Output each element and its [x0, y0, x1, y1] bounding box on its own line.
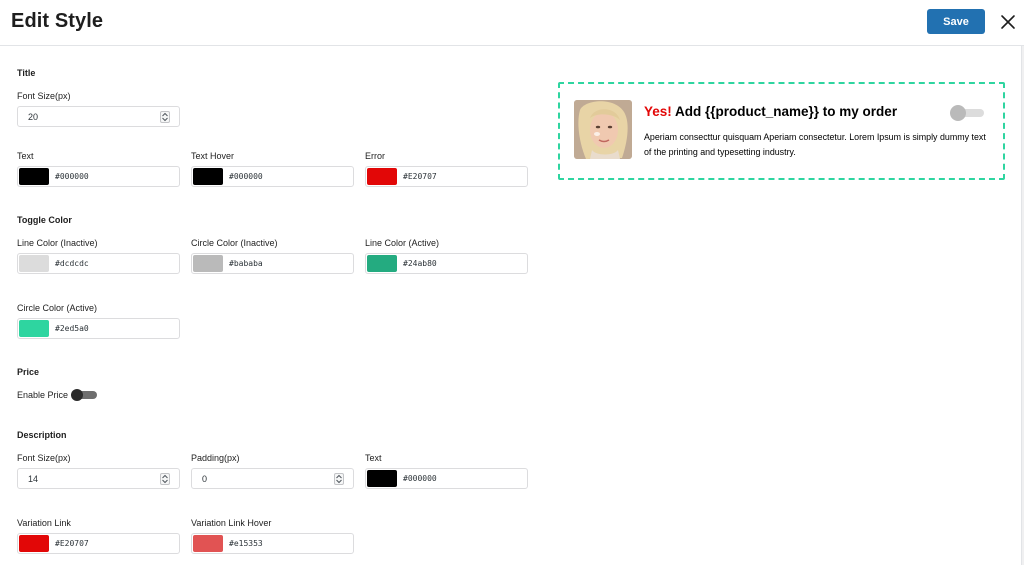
- desc-text-label: Text: [365, 453, 382, 463]
- title-font-size-label: Font Size(px): [17, 91, 71, 101]
- circle-inactive-label: Circle Color (Inactive): [191, 238, 278, 248]
- circle-inactive-color-field[interactable]: #bababa: [191, 253, 354, 274]
- color-hex-value: #E20707: [403, 172, 437, 181]
- desc-padding-value: 0: [202, 474, 208, 484]
- variation-link-hover-color-field[interactable]: #e15353: [191, 533, 354, 554]
- color-hex-value: #2ed5a0: [55, 324, 89, 333]
- desc-padding-input[interactable]: 0: [191, 468, 354, 489]
- enable-price-toggle[interactable]: [71, 389, 97, 401]
- title-error-label: Error: [365, 151, 385, 161]
- title-font-size-value: 20: [28, 112, 39, 122]
- color-swatch[interactable]: [19, 255, 49, 272]
- preview-title-rest: Add {{product_name}} to my order: [671, 104, 898, 119]
- toggle-knob: [71, 389, 83, 401]
- color-swatch[interactable]: [19, 535, 49, 552]
- line-active-label: Line Color (Active): [365, 238, 440, 248]
- preview-toggle-knob: [950, 105, 966, 121]
- color-hex-value: #E20707: [55, 539, 89, 548]
- preview-title-yes: Yes!: [644, 104, 672, 119]
- variation-link-color-field[interactable]: #E20707: [17, 533, 180, 554]
- title-error-color-field[interactable]: #E20707: [365, 166, 528, 187]
- desc-padding-label: Padding(px): [191, 453, 240, 463]
- color-hex-value: #000000: [55, 172, 89, 181]
- color-hex-value: #dcdcdc: [55, 259, 89, 268]
- title-section-heading: Title: [17, 68, 36, 78]
- description-section-heading: Description: [17, 430, 67, 440]
- title-text-hover-color-field[interactable]: #000000: [191, 166, 354, 187]
- toggle-color-section-heading: Toggle Color: [17, 215, 72, 225]
- color-hex-value: #e15353: [229, 539, 263, 548]
- header-bar: Edit Style Save: [0, 0, 1024, 46]
- line-inactive-color-field[interactable]: #dcdcdc: [17, 253, 180, 274]
- color-hex-value: #000000: [229, 172, 263, 181]
- color-swatch[interactable]: [367, 255, 397, 272]
- color-swatch[interactable]: [367, 168, 397, 185]
- color-swatch[interactable]: [193, 535, 223, 552]
- line-active-color-field[interactable]: #24ab80: [365, 253, 528, 274]
- preview-toggle[interactable]: [950, 105, 984, 121]
- color-swatch[interactable]: [367, 470, 397, 487]
- variation-link-label: Variation Link: [17, 518, 71, 528]
- stepper-icon[interactable]: [160, 473, 170, 485]
- desc-font-size-label: Font Size(px): [17, 453, 71, 463]
- desc-font-size-input[interactable]: 14: [17, 468, 180, 489]
- enable-price-label: Enable Price: [17, 390, 69, 400]
- desc-font-size-value: 14: [28, 474, 39, 484]
- preview-title: Yes! Add {{product_name}} to my order: [644, 104, 897, 119]
- color-swatch[interactable]: [193, 168, 223, 185]
- stepper-icon[interactable]: [160, 111, 170, 123]
- price-section-heading: Price: [17, 367, 40, 377]
- color-swatch[interactable]: [193, 255, 223, 272]
- page-title: Edit Style: [11, 10, 104, 32]
- title-font-size-input[interactable]: 20: [17, 106, 180, 127]
- close-icon[interactable]: [997, 11, 1019, 33]
- color-swatch[interactable]: [19, 168, 49, 185]
- save-button[interactable]: Save: [927, 9, 985, 34]
- title-text-label: Text: [17, 151, 34, 161]
- color-hex-value: #24ab80: [403, 259, 437, 268]
- title-text-hover-label: Text Hover: [191, 151, 235, 161]
- color-hex-value: #bababa: [229, 259, 263, 268]
- circle-active-label: Circle Color (Active): [17, 303, 98, 313]
- variation-link-hover-label: Variation Link Hover: [191, 518, 272, 528]
- line-inactive-label: Line Color (Inactive): [17, 238, 98, 248]
- preview-card: Yes! Add {{product_name}} to my order Ap…: [558, 82, 1005, 180]
- color-hex-value: #000000: [403, 474, 437, 483]
- stepper-icon[interactable]: [334, 473, 344, 485]
- color-swatch[interactable]: [19, 320, 49, 337]
- product-thumbnail: [574, 100, 632, 159]
- circle-active-color-field[interactable]: #2ed5a0: [17, 318, 180, 339]
- desc-text-color-field[interactable]: #000000: [365, 468, 528, 489]
- preview-description: Aperiam consecttur quisquam Aperiam cons…: [644, 132, 986, 157]
- title-text-color-field[interactable]: #000000: [17, 166, 180, 187]
